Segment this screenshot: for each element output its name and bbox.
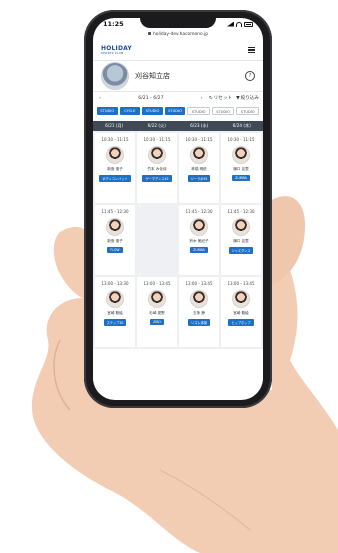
phone-screen: 11:25 holiday-dev.hacomono.jp HOLIDAY SP… <box>93 18 263 400</box>
day-header: 6/22 (火) <box>147 123 166 128</box>
instructor-avatar <box>148 290 166 308</box>
program-tag[interactable]: ZUMBA <box>190 247 208 253</box>
instructor-name: 新島 惠子 <box>107 167 123 171</box>
lesson-time: 13:00 - 13:45 <box>143 281 171 286</box>
status-time: 11:25 <box>103 20 124 28</box>
instructor-name: 新島 惠子 <box>107 239 123 243</box>
category-chip[interactable]: STUDIO <box>187 107 210 115</box>
category-chip[interactable]: CYCLE <box>119 107 141 115</box>
instructor-avatar <box>190 146 208 164</box>
lesson-time: 11:45 - 12:30 <box>227 209 255 214</box>
logo-sub: SPORTS CLUB <box>101 50 124 55</box>
day-header-row: 6/21 (月) 6/22 (火) 6/23 (水) 6/24 (木) <box>93 121 263 131</box>
category-chip[interactable]: STUDIO <box>211 107 235 115</box>
lesson-card[interactable]: 13:00 - 13:30 宮崎 聡絵ステップ30 <box>95 277 135 347</box>
store-thumbnail <box>101 62 129 90</box>
day-header: 6/23 (水) <box>190 123 209 128</box>
instructor-name: 杉崎 夏野 <box>149 311 165 315</box>
instructor-name: 樋口 友里 <box>233 167 249 171</box>
program-tag[interactable]: ゲーマデンス45 <box>142 175 172 182</box>
instructor-name: 五条 静 <box>193 311 205 315</box>
filter-button[interactable]: ▼ 絞り込み <box>236 95 259 102</box>
category-chips: STUDIO CYCLE STUDIO STUDIO STUDIO STUDIO STUDI… <box>93 104 263 118</box>
day-header: 6/24 (木) <box>232 123 251 128</box>
filter-icon: ▼ <box>236 95 240 101</box>
address-bar[interactable]: holiday-dev.hacomono.jp <box>93 30 263 40</box>
week-navigator: ‹ 6/21 - 6/27 › ↻ リセット ▼ 絞り込み <box>93 92 263 104</box>
category-chip[interactable]: STUDIO <box>142 107 163 115</box>
lesson-time: 10:30 - 11:15 <box>227 137 255 142</box>
program-tag[interactable]: ヒップホップ <box>228 319 254 326</box>
lesson-time: 13:00 - 13:30 <box>101 281 129 286</box>
instructor-avatar <box>106 146 124 164</box>
instructor-name: 宮崎 聡絵 <box>107 311 123 315</box>
instructor-name: 竹本 み化侍 <box>147 167 167 171</box>
lesson-time: 10:30 - 11:15 <box>101 137 129 142</box>
instructor-avatar <box>232 290 250 308</box>
store-name: 刈谷知立店 <box>135 72 170 80</box>
instructor-avatar <box>148 146 166 164</box>
lesson-card[interactable]: 11:45 - 12:30 樋口 友里ジャズダンス <box>221 205 261 275</box>
reset-button[interactable]: ↻ リセット <box>208 95 233 102</box>
lesson-time: 11:45 - 12:30 <box>101 209 129 214</box>
url-text: holiday-dev.hacomono.jp <box>153 32 208 37</box>
prev-week-button[interactable]: ‹ <box>97 96 103 101</box>
lesson-time: 13:00 - 13:45 <box>185 281 213 286</box>
lock-icon <box>148 32 152 35</box>
lesson-card[interactable]: 10:30 - 11:15 新島 惠子ボディコンバット <box>95 133 135 203</box>
program-tag[interactable]: ステップ30 <box>103 319 127 326</box>
program-tag[interactable]: ZUMBA <box>232 175 250 181</box>
category-chip[interactable]: STUDIO <box>236 107 260 115</box>
holiday-logo[interactable]: HOLIDAY SPORTS CLUB <box>101 45 132 55</box>
instructor-name: 林橋 明依 <box>191 167 207 171</box>
instructor-name: 樋口 友里 <box>233 239 249 243</box>
wifi-icon <box>236 21 242 27</box>
category-chip[interactable]: STUDIO <box>97 107 118 115</box>
program-tag[interactable]: FLOW <box>107 247 123 253</box>
help-icon[interactable]: ? <box>245 71 255 81</box>
instructor-name: 宮崎 聡絵 <box>233 311 249 315</box>
day-header: 6/21 (月) <box>105 123 124 128</box>
schedule-grid: 10:30 - 11:15 新島 惠子 ボディコンバット 10:30 - 11:15 竹… <box>93 131 263 349</box>
program-tag[interactable]: ZIBO <box>150 319 164 325</box>
reset-label: リセット <box>213 96 233 101</box>
instructor-avatar <box>190 290 208 308</box>
store-header: 刈谷知立店 ? <box>93 61 263 92</box>
lesson-card[interactable]: 10:30 - 11:15 林橋 明依ジーラボ45 <box>179 133 219 203</box>
week-range: 6/21 - 6/27 <box>138 95 164 101</box>
lesson-card[interactable]: 10:30 - 11:15 竹本 み化侍ゲーマデンス45 <box>137 133 177 203</box>
empty-slot <box>137 205 177 275</box>
menu-icon[interactable] <box>248 47 255 53</box>
next-week-button[interactable]: › <box>199 96 205 101</box>
lesson-time: 10:30 - 11:15 <box>143 137 171 142</box>
phone-notch <box>140 14 216 28</box>
lesson-card[interactable]: 13:00 - 13:45 宮崎 聡絵ヒップホップ <box>221 277 261 347</box>
battery-icon <box>244 21 253 27</box>
program-tag[interactable]: ボディコンバット <box>99 175 131 182</box>
instructor-avatar <box>232 218 250 236</box>
lesson-time: 11:45 - 12:30 <box>185 209 213 214</box>
lesson-card[interactable]: 11:45 - 12:30 新島 惠子 FLOW <box>95 205 135 275</box>
app-header: HOLIDAY SPORTS CLUB <box>93 40 263 61</box>
lesson-time: 10:30 - 11:15 <box>185 137 213 142</box>
program-tag[interactable]: ジーラボ45 <box>187 175 211 182</box>
lesson-card[interactable]: 10:30 - 11:15 樋口 友里 ZUMBA <box>221 133 261 203</box>
category-chip[interactable]: STUDIO <box>164 107 186 115</box>
lesson-time: 13:00 - 13:45 <box>227 281 255 286</box>
status-icons <box>227 21 253 27</box>
reset-icon: ↻ <box>208 95 213 101</box>
signal-icon <box>227 21 234 27</box>
instructor-avatar <box>106 218 124 236</box>
program-tag[interactable]: ジャズダンス <box>228 247 254 254</box>
lesson-card[interactable]: 13:00 - 13:45 五条 静リズム体操 <box>179 277 219 347</box>
lesson-card[interactable]: 11:45 - 12:30 鈴木 美紀子 ZUMBA <box>179 205 219 275</box>
instructor-avatar <box>106 290 124 308</box>
instructor-name: 鈴木 美紀子 <box>189 239 209 243</box>
program-tag[interactable]: リズム体操 <box>188 319 210 326</box>
instructor-avatar <box>190 218 208 236</box>
lesson-card[interactable]: 13:00 - 13:45 杉崎 夏野 ZIBO <box>137 277 177 347</box>
instructor-avatar <box>232 146 250 164</box>
filter-label: 絞り込み <box>240 96 259 101</box>
